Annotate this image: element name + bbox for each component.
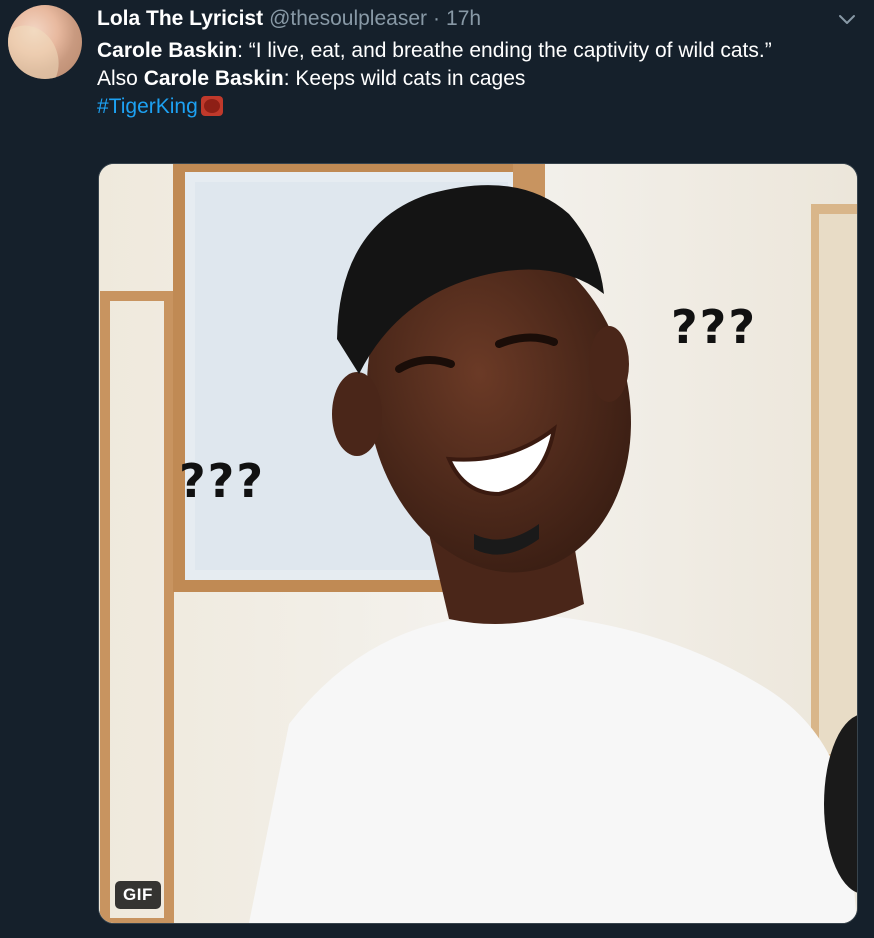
mention-name: Carole Baskin: [97, 39, 238, 62]
tweet[interactable]: Lola The Lyricist @thesoulpleaser · 17h …: [0, 0, 874, 938]
tiger-emoji-icon: [200, 96, 223, 116]
chevron-down-icon[interactable]: [836, 8, 858, 30]
hashtag-link[interactable]: #TigerKing: [97, 95, 198, 118]
mention-name-2: Carole Baskin: [143, 67, 284, 90]
avatar-image: [8, 16, 69, 79]
tweet-header: Lola The Lyricist @thesoulpleaser · 17h: [97, 7, 481, 33]
caption-left: ???: [179, 454, 266, 508]
tweet-body: Carole Baskin: “I live, eat, and breathe…: [97, 37, 847, 121]
gif-media[interactable]: ??? ??? GIF: [98, 163, 858, 924]
tweet-line-3: #TigerKing: [97, 93, 847, 121]
caption-right: ???: [671, 300, 758, 354]
separator-dot: ·: [433, 7, 441, 30]
meme-image: [99, 164, 857, 923]
tweet-line-2: Also Carole Baskin: Keeps wild cats in c…: [97, 65, 847, 93]
tweet-timestamp[interactable]: 17h: [446, 7, 481, 31]
contrast-text: : Keeps wild cats in cages: [283, 67, 526, 90]
tweet-line-1: Carole Baskin: “I live, eat, and breathe…: [97, 37, 847, 65]
also-text: Also: [97, 67, 144, 90]
gif-badge: GIF: [115, 881, 161, 909]
author-handle[interactable]: @thesoulpleaser: [269, 7, 427, 31]
author-display-name[interactable]: Lola The Lyricist: [97, 7, 263, 31]
avatar[interactable]: [8, 5, 82, 79]
quote-text: : “I live, eat, and breathe ending the c…: [237, 39, 772, 62]
